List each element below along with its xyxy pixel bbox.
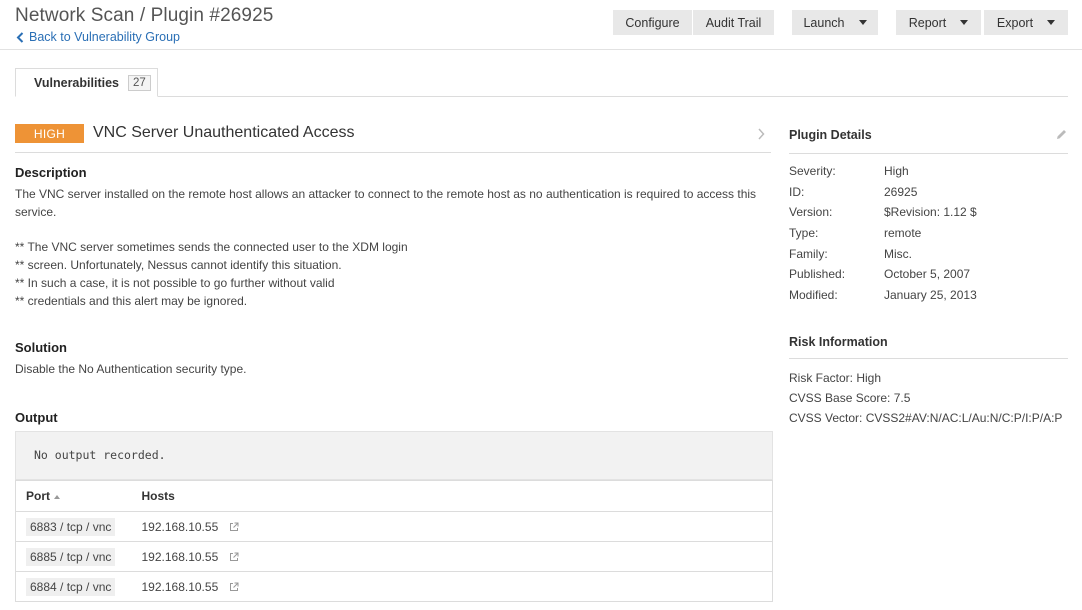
description-note: ** In such a case, it is not possible to…	[15, 276, 335, 290]
detail-row: Modified: January 25, 2013	[789, 285, 977, 306]
solution-text: Disable the No Authentication security t…	[15, 362, 247, 376]
plugin-details-heading: Plugin Details	[789, 128, 872, 142]
port-chip[interactable]: 6884 / tcp / vnc	[26, 577, 116, 596]
description-text: The VNC server installed on the remote h…	[15, 187, 757, 219]
port-cell: 6885 / tcp / vnc	[15, 541, 142, 572]
port-column-label: Port	[26, 489, 50, 503]
output-text: No output recorded.	[34, 448, 166, 462]
caret-down-icon	[960, 20, 969, 25]
description-heading: Description	[15, 165, 87, 180]
output-heading: Output	[15, 410, 58, 425]
detail-label: Version:	[789, 205, 833, 220]
pencil-icon[interactable]	[1055, 128, 1068, 141]
detail-label: ID:	[789, 184, 805, 199]
plugin-details-list: Severity: High ID: 26925 Version: $Revision…	[789, 161, 977, 305]
detail-row: Type: remote	[789, 223, 977, 244]
hosts-column-label: Hosts	[141, 489, 175, 503]
risk-information-list: Risk Factor: High CVSS Base Score: 7.5 C…	[789, 368, 1062, 428]
export-button[interactable]: Export	[984, 10, 1068, 35]
back-to-vulnerability-group-link[interactable]: Back to Vulnerability Group	[16, 30, 180, 44]
launch-button[interactable]: Launch	[792, 10, 878, 35]
host-cell: 192.168.10.55	[141, 541, 773, 572]
detail-value: January 25, 2013	[884, 287, 977, 302]
port-column-header[interactable]: Port	[15, 480, 142, 512]
table-header-row: Port Hosts	[15, 480, 773, 512]
page-title: Network Scan / Plugin #26925	[15, 5, 274, 26]
detail-value: High	[884, 164, 909, 179]
table-row[interactable]: 6884 / tcp / vnc 192.168.10.55	[15, 571, 773, 602]
report-button[interactable]: Report	[896, 10, 981, 35]
audit-trail-button[interactable]: Audit Trail	[693, 10, 774, 35]
severity-badge: HIGH	[15, 124, 84, 143]
detail-value: 26925	[884, 184, 918, 199]
detail-label: Published:	[789, 267, 846, 282]
export-label: Export	[996, 15, 1034, 30]
audit-trail-label: Audit Trail	[705, 15, 762, 30]
plugin-details-divider	[789, 153, 1068, 154]
port-chip[interactable]: 6883 / tcp / vnc	[26, 517, 116, 536]
external-link-icon[interactable]	[229, 552, 239, 562]
detail-row: Published: October 5, 2007	[789, 264, 977, 285]
tab-label: Vulnerabilities	[34, 75, 119, 90]
detail-label: Modified:	[789, 287, 838, 302]
hosts-column-header[interactable]: Hosts	[141, 480, 773, 512]
configure-label: Configure	[625, 15, 680, 30]
external-link-icon[interactable]	[229, 522, 239, 532]
risk-information-heading: Risk Information	[789, 335, 888, 349]
detail-row: Version: $Revision: 1.12 $	[789, 202, 977, 223]
title-divider	[15, 152, 771, 153]
detail-row: Severity: High	[789, 161, 977, 182]
detail-label: Family:	[789, 246, 828, 261]
risk-information-divider	[789, 358, 1068, 359]
output-box: No output recorded.	[15, 431, 773, 480]
solution-heading: Solution	[15, 340, 67, 355]
port-chip[interactable]: 6885 / tcp / vnc	[26, 547, 116, 566]
detail-row: Family: Misc.	[789, 243, 977, 264]
host-cell: 192.168.10.55	[141, 511, 773, 542]
caret-down-icon	[1047, 20, 1056, 25]
back-link-label: Back to Vulnerability Group	[29, 30, 181, 44]
detail-value: October 5, 2007	[884, 267, 971, 282]
port-cell: 6883 / tcp / vnc	[15, 511, 142, 542]
launch-label: Launch	[803, 15, 845, 30]
host-text: 192.168.10.55	[141, 579, 219, 594]
tabs-divider	[15, 96, 1068, 97]
description-note: ** screen. Unfortunately, Nessus cannot …	[15, 258, 342, 272]
detail-value: $Revision: 1.12 $	[884, 205, 977, 220]
tab-vulnerabilities[interactable]: Vulnerabilities 27	[15, 68, 158, 97]
host-text: 192.168.10.55	[141, 549, 219, 564]
chevron-right-icon[interactable]	[757, 128, 765, 140]
sort-ascending-icon	[54, 494, 60, 499]
detail-value: Misc.	[884, 246, 912, 261]
table-row[interactable]: 6883 / tcp / vnc 192.168.10.55	[15, 511, 773, 542]
vulnerability-title: VNC Server Unauthenticated Access	[93, 124, 355, 141]
risk-line: CVSS Vector: CVSS2#AV:N/AC:L/Au:N/C:P/I:…	[789, 411, 1063, 425]
configure-button[interactable]: Configure	[613, 10, 692, 35]
detail-label: Severity:	[789, 164, 836, 179]
description-note: ** credentials and this alert may be ign…	[15, 294, 248, 308]
ports-table: Port Hosts 6883 / tcp / vnc 192.168.10.5…	[15, 480, 773, 602]
detail-row: ID: 26925	[789, 182, 977, 203]
description-note: ** The VNC server sometimes sends the co…	[15, 240, 408, 254]
external-link-icon[interactable]	[229, 582, 239, 592]
risk-line: CVSS Base Score: 7.5	[789, 391, 911, 405]
host-text: 192.168.10.55	[141, 519, 219, 534]
detail-label: Type:	[789, 226, 819, 241]
caret-down-icon	[858, 20, 867, 25]
tab-count-badge: 27	[127, 74, 151, 91]
port-cell: 6884 / tcp / vnc	[15, 571, 142, 602]
report-label: Report	[908, 15, 947, 30]
page-header: Network Scan / Plugin #26925 Back to Vul…	[0, 0, 1082, 50]
detail-value: remote	[884, 226, 922, 241]
description-notes: ** The VNC server sometimes sends the co…	[15, 238, 765, 310]
chevron-left-icon	[16, 31, 24, 43]
host-cell: 192.168.10.55	[141, 571, 773, 602]
table-row[interactable]: 6885 / tcp / vnc 192.168.10.55	[15, 541, 773, 572]
risk-line: Risk Factor: High	[789, 371, 882, 385]
